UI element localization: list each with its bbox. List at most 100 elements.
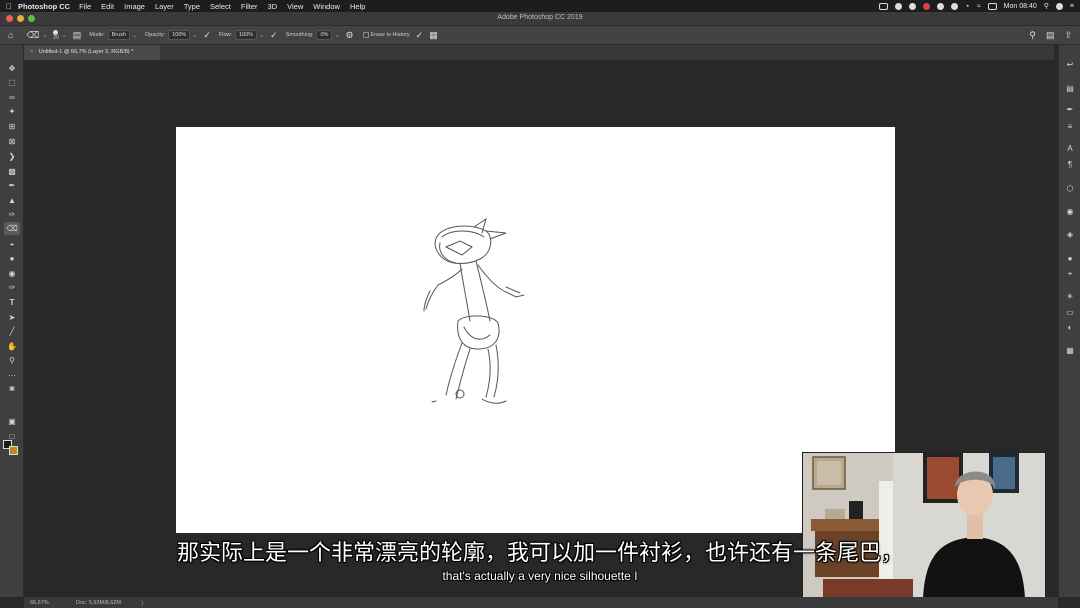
menu-image[interactable]: Image [124, 2, 145, 11]
zoom-icon[interactable]: ⚲ [4, 354, 20, 367]
healing-icon[interactable]: ▩ [4, 165, 20, 178]
screen-mode-icon[interactable]: □ [4, 430, 20, 443]
layers-panel-icon[interactable]: ◈ [1062, 228, 1078, 241]
chevron-down-icon[interactable]: ⌄ [259, 32, 264, 39]
workspace-icon[interactable]: ▤ [1046, 30, 1055, 41]
status-bar: 66,67% Doc: 5,93M/8,62M 〉 [24, 597, 1058, 608]
brush-settings-panel-icon[interactable]: ≡ [1062, 120, 1078, 133]
bluetooth-icon[interactable]: ⋆ [965, 2, 969, 10]
menu-view[interactable]: View [287, 2, 303, 11]
gear-icon[interactable]: ⚙ [345, 30, 353, 41]
menu-type[interactable]: Type [184, 2, 200, 11]
wifi-icon[interactable]: ≈ [977, 3, 981, 10]
home-icon[interactable]: ⌂ [8, 30, 13, 40]
time-machine-icon[interactable] [951, 2, 959, 10]
eraser-icon[interactable]: ⌫ [4, 222, 20, 235]
frame-icon[interactable]: ⊠ [4, 135, 20, 148]
paragraph-panel-icon[interactable]: ¶ [1062, 158, 1078, 171]
pressure-opacity-icon[interactable]: ✓ [203, 30, 211, 41]
menu-layer[interactable]: Layer [155, 2, 174, 11]
3d-panel-icon[interactable]: ⬡ [1062, 182, 1078, 195]
eyedropper-icon[interactable]: ❯ [4, 150, 20, 163]
cloud-status-icon[interactable] [895, 2, 903, 10]
brush-panel-icon[interactable]: ✒ [1062, 103, 1078, 116]
eraser-tool-preset-icon[interactable]: ⌫ [26, 30, 39, 41]
app-name-menu[interactable]: Photoshop CC [18, 2, 70, 11]
paths-panel-icon[interactable]: ⌖ [1062, 267, 1078, 280]
shield-status-icon[interactable] [937, 2, 945, 10]
menu-select[interactable]: Select [210, 2, 231, 11]
brush-settings-icon[interactable]: ▤ [73, 30, 82, 41]
dodge-icon[interactable]: ◉ [4, 267, 20, 280]
move-icon[interactable]: ✥ [4, 62, 20, 75]
status-menu-arrow-icon[interactable]: 〉 [141, 599, 147, 607]
menu-filter[interactable]: Filter [241, 2, 258, 11]
spotlight-icon[interactable]: ⚲ [1044, 2, 1049, 10]
quick-mask-icon[interactable]: ▣ [4, 415, 20, 428]
more-tools-icon[interactable]: ⋯ [4, 369, 20, 382]
character-sketch [423, 217, 525, 404]
swatches-panel-icon[interactable]: ▦ [1062, 344, 1078, 357]
menu-3d[interactable]: 3D [268, 2, 278, 11]
creative-cloud-icon[interactable] [909, 2, 917, 10]
clock[interactable]: Mon 08:40 [1004, 3, 1037, 10]
apple-menu-icon[interactable]:  [0, 2, 18, 11]
adjustments-panel-icon[interactable]: ◐ [1062, 321, 1078, 334]
bucket-icon[interactable]: ◒ [4, 237, 20, 250]
zoom-level[interactable]: 66,67% [30, 600, 56, 606]
brush-icon[interactable]: ✒ [4, 179, 20, 192]
doc-size-info[interactable]: Doc: 5,93M/8,62M [76, 600, 121, 606]
history-panel-icon[interactable]: ↩ [1062, 58, 1078, 71]
document-canvas[interactable] [176, 127, 895, 533]
chevron-down-icon[interactable]: ⌄ [132, 32, 137, 39]
opacity-input[interactable]: 100% [168, 30, 191, 40]
photoshop-screen:  Photoshop CC File Edit Image Layer Typ… [0, 0, 1080, 608]
crop-icon[interactable]: ⊞ [4, 120, 20, 133]
lasso-icon[interactable]: ∞ [4, 91, 20, 104]
symmetry-icon[interactable]: ▦ [429, 30, 438, 41]
chevron-down-icon[interactable]: ⌄ [42, 32, 47, 39]
document-tab[interactable]: × Untitled-1 @ 66,7% (Layer 2, RGB/8) * [24, 45, 160, 60]
marquee-icon[interactable]: ⬚ [4, 76, 20, 89]
share-icon[interactable]: ⇧ [1064, 30, 1072, 41]
line-icon[interactable]: ╱ [4, 325, 20, 338]
default-colors-icon[interactable]: ▣ [4, 383, 20, 396]
menu-edit[interactable]: Edit [101, 2, 114, 11]
libraries-panel-icon[interactable]: ▭ [1062, 306, 1078, 319]
close-tab-icon[interactable]: × [30, 49, 33, 55]
smoothing-input[interactable]: 0% [316, 30, 333, 40]
learn-panel-icon[interactable]: ☀ [1062, 290, 1078, 303]
menu-window[interactable]: Window [313, 2, 340, 11]
type-icon[interactable]: T [4, 296, 20, 309]
chevron-down-icon[interactable]: ⌄ [62, 32, 67, 39]
brush-preset-picker[interactable]: 20 [53, 29, 59, 41]
user-avatar-icon[interactable] [1055, 2, 1063, 10]
channels-panel-icon[interactable]: ◉ [1062, 205, 1078, 218]
magic-wand-icon[interactable]: ✦ [4, 105, 20, 118]
chevron-down-icon[interactable]: ⌄ [192, 32, 197, 39]
search-icon[interactable]: ⚲ [1029, 30, 1036, 41]
character-panel-icon[interactable]: A [1062, 142, 1078, 155]
airbrush-icon[interactable]: ✓ [270, 30, 278, 41]
notification-center-icon[interactable]: ≡ [1070, 3, 1074, 10]
stamp-icon[interactable]: ▲ [4, 194, 20, 207]
camera-status-icon[interactable] [879, 2, 889, 10]
chevron-down-icon[interactable]: ⌄ [334, 32, 339, 39]
history-brush-icon[interactable]: ✑ [4, 208, 20, 221]
hand-icon[interactable]: ✋ [4, 340, 20, 353]
menu-file[interactable]: File [79, 2, 91, 11]
blur-icon[interactable]: ● [4, 252, 20, 265]
mode-select[interactable]: Brush [107, 30, 130, 40]
erase-to-history-checkbox[interactable] [362, 32, 369, 38]
record-icon[interactable] [923, 2, 931, 10]
flow-input[interactable]: 100% [235, 30, 258, 40]
pen-icon[interactable]: ✑ [4, 281, 20, 294]
color-panel-icon[interactable]: ● [1062, 252, 1078, 265]
background-color-swatch[interactable] [9, 446, 18, 455]
smoothing-label: Smoothing: [285, 32, 314, 38]
menu-help[interactable]: Help [350, 2, 365, 11]
path-select-icon[interactable]: ➤ [4, 311, 20, 324]
properties-panel-icon[interactable]: ▤ [1062, 82, 1078, 95]
pressure-size-icon[interactable]: ✓ [416, 30, 424, 41]
battery-icon[interactable] [987, 2, 997, 10]
